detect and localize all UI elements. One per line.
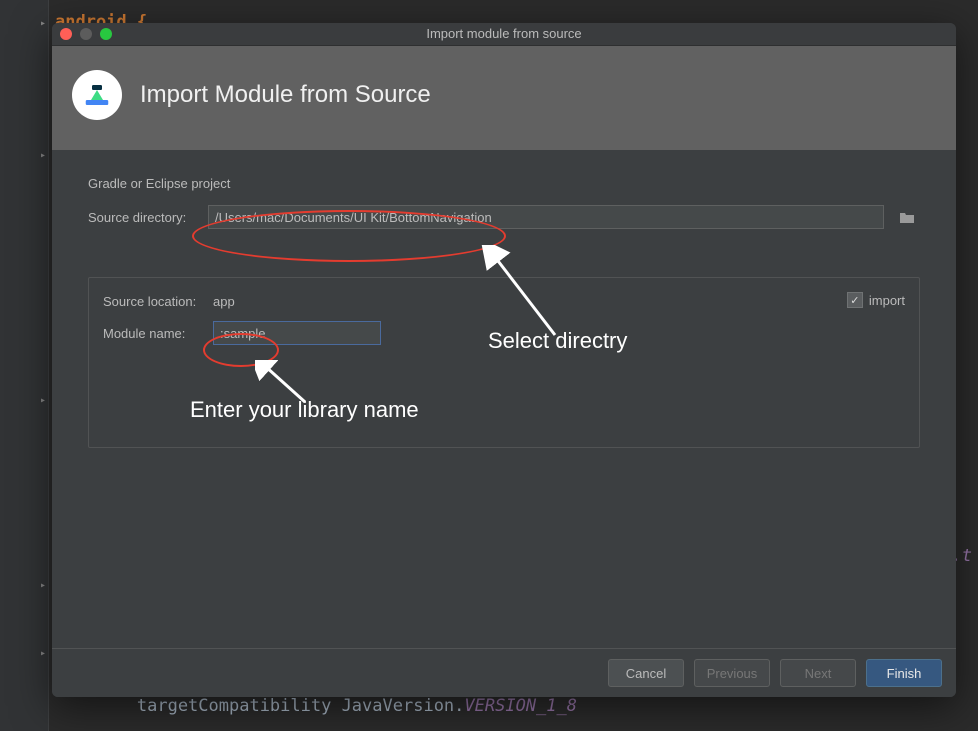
code-enum: VERSION_1_8: [464, 696, 577, 716]
fold-marker-icon: ▸: [40, 395, 46, 406]
android-studio-icon: [72, 70, 122, 120]
code-text: targetCompatibility JavaVersion.: [55, 696, 464, 716]
fold-marker-icon: ▸: [40, 18, 46, 29]
import-checkbox-label: import: [869, 293, 905, 308]
source-location-row: Source location: app: [103, 294, 905, 309]
module-name-label: Module name:: [103, 326, 203, 341]
import-module-dialog: Import module from source Import Module …: [52, 23, 956, 697]
previous-button[interactable]: Previous: [694, 659, 770, 687]
finish-button[interactable]: Finish: [866, 659, 942, 687]
source-location-label: Source location:: [103, 294, 203, 309]
source-directory-label: Source directory:: [88, 210, 198, 225]
project-type-hint: Gradle or Eclipse project: [88, 176, 920, 191]
source-location-value: app: [213, 294, 235, 309]
dialog-footer: Cancel Previous Next Finish: [52, 648, 956, 697]
dialog-body: Gradle or Eclipse project Source directo…: [52, 150, 956, 648]
source-directory-row: Source directory:: [88, 205, 920, 229]
import-checkbox-row[interactable]: ✓ import: [847, 292, 905, 308]
module-details-panel: ✓ import Source location: app Module nam…: [88, 277, 920, 448]
folder-icon: [899, 210, 915, 224]
zoom-icon[interactable]: [100, 28, 112, 40]
browse-folder-button[interactable]: [894, 205, 920, 229]
fold-marker-icon: ▸: [40, 580, 46, 591]
dialog-heading: Import Module from Source: [140, 81, 431, 109]
dialog-header: Import Module from Source: [52, 46, 956, 150]
next-button[interactable]: Next: [780, 659, 856, 687]
window-controls: [60, 28, 112, 40]
dialog-title: Import module from source: [426, 26, 581, 41]
import-checkbox[interactable]: ✓: [847, 292, 863, 308]
fold-marker-icon: ▸: [40, 648, 46, 659]
close-icon[interactable]: [60, 28, 72, 40]
fold-marker-icon: ▸: [40, 150, 46, 161]
cancel-button[interactable]: Cancel: [608, 659, 684, 687]
editor-gutter: ▸ ▸ ▸ ▸ ▸: [0, 0, 49, 731]
dialog-titlebar: Import module from source: [52, 23, 956, 46]
minimize-icon[interactable]: [80, 28, 92, 40]
module-name-input[interactable]: [213, 321, 381, 345]
code-line: targetCompatibility JavaVersion.VERSION_…: [55, 696, 577, 716]
source-directory-input[interactable]: [208, 205, 884, 229]
module-name-row: Module name:: [103, 321, 905, 345]
